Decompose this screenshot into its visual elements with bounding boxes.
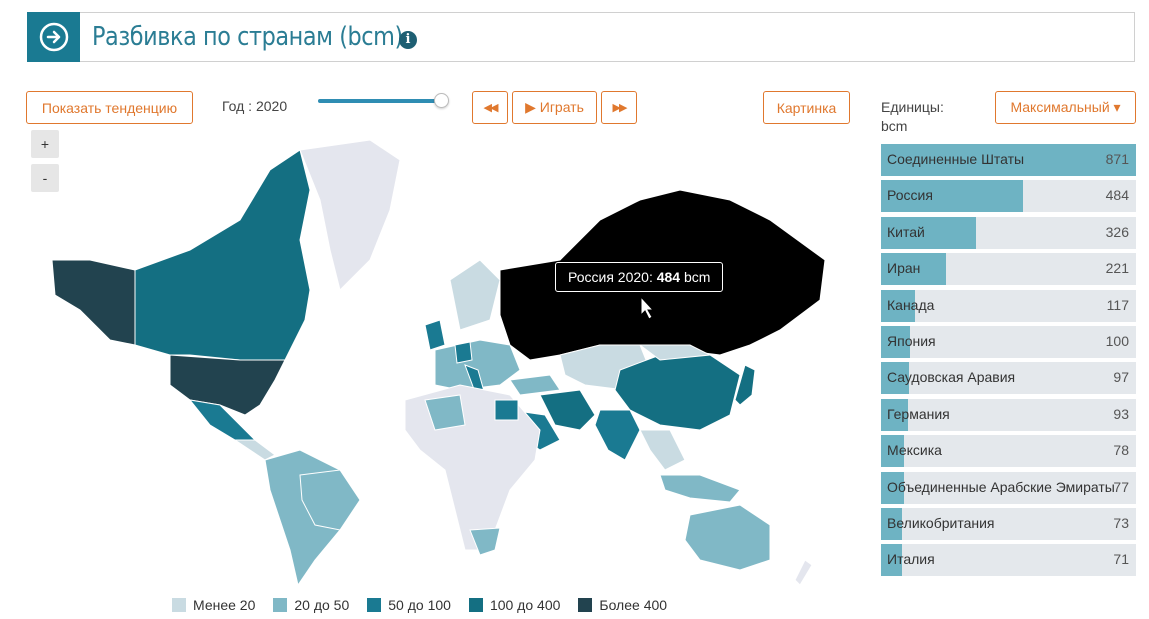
- legend-label: Более 400: [599, 597, 668, 613]
- ranking-list: Соединенные Штаты 871 Россия 484 Китай 326 Ира…: [881, 144, 1136, 581]
- map-scandinavia: [449, 259, 501, 331]
- ranking-row[interactable]: Россия 484: [881, 180, 1136, 213]
- map-australia: [684, 504, 771, 571]
- units-label: Единицы:: [881, 99, 944, 115]
- page-header: Разбивка по странам (bcm) i: [27, 12, 1135, 62]
- map-africa: [404, 384, 541, 551]
- ranking-row[interactable]: Мексика 78: [881, 435, 1136, 468]
- ranking-country-name: Россия: [887, 187, 933, 204]
- ranking-country-name: Объединенные Арабские Эмираты: [887, 478, 1115, 495]
- map-germany: [454, 341, 473, 364]
- map-usa: [169, 354, 286, 416]
- ranking-country-name: Китай: [887, 223, 925, 240]
- year-slider-track[interactable]: [318, 99, 442, 103]
- ranking-row[interactable]: Германия 93: [881, 398, 1136, 431]
- legend-label: 100 до 400: [489, 597, 561, 613]
- zoom-in-button[interactable]: +: [31, 130, 59, 158]
- legend-item: 100 до 400: [468, 597, 561, 613]
- map-egypt: [494, 399, 519, 421]
- ranking-row[interactable]: Канада 117: [881, 289, 1136, 322]
- ranking-value: 78: [1113, 442, 1129, 459]
- ranking-country-name: Мексика: [887, 442, 942, 459]
- map-turkey: [509, 374, 561, 396]
- legend-swatch: [273, 598, 288, 612]
- ranking-row[interactable]: Япония 100: [881, 325, 1136, 358]
- map-new-zealand: [794, 559, 813, 586]
- map-southeast-asia: [639, 429, 686, 471]
- map-south-africa: [469, 527, 501, 556]
- ranking-country-name: Япония: [887, 332, 936, 349]
- show-trend-button[interactable]: Показать тенденцию: [26, 91, 193, 124]
- legend-swatch: [367, 598, 382, 612]
- ranking-value: 326: [1105, 223, 1129, 240]
- map-tooltip: Россия 2020: 484 bcm: [555, 262, 724, 292]
- map-greenland: [299, 139, 401, 291]
- mode-select[interactable]: Максимальный ▾: [995, 91, 1136, 124]
- map-alaska: [51, 259, 136, 346]
- ranking-country-name: Канада: [887, 296, 935, 313]
- tooltip-unit: bcm: [680, 269, 711, 285]
- ranking-row[interactable]: Великобритания 73: [881, 507, 1136, 540]
- legend-item: Более 400: [578, 597, 667, 613]
- year-slider-thumb[interactable]: [434, 93, 449, 108]
- ranking-row[interactable]: Италия 71: [881, 544, 1136, 577]
- map-canada: [134, 149, 311, 361]
- ranking-row[interactable]: Объединенные Арабские Эмираты 77: [881, 471, 1136, 504]
- ranking-value: 100: [1105, 332, 1129, 349]
- ranking-country-name: Иран: [887, 260, 921, 277]
- legend-label: 50 до 100: [388, 597, 451, 613]
- play-button[interactable]: ▶ Играть: [512, 91, 597, 124]
- arrow-right-circle-icon: [39, 22, 68, 52]
- ranking-value: 73: [1113, 514, 1129, 531]
- fast-forward-icon: ▶▶: [612, 102, 628, 114]
- legend-item: 20 до 50: [273, 597, 349, 613]
- units-value: bcm: [881, 118, 908, 134]
- ranking-value: 871: [1105, 151, 1129, 167]
- legend-swatch: [578, 598, 593, 612]
- ranking-value: 71: [1113, 551, 1129, 568]
- ranking-row[interactable]: Соединенные Штаты 871: [881, 144, 1136, 176]
- page-title: Разбивка по странам (bcm): [92, 22, 403, 52]
- ranking-row[interactable]: Китай 326: [881, 216, 1136, 249]
- previous-button[interactable]: ◀◀: [472, 91, 508, 124]
- ranking-row[interactable]: Иран 221: [881, 253, 1136, 286]
- ranking-value: 117: [1106, 296, 1129, 313]
- map-india: [594, 409, 641, 461]
- info-icon[interactable]: i: [399, 31, 417, 49]
- ranking-value: 484: [1105, 187, 1129, 204]
- ranking-country-name: Великобритания: [887, 514, 995, 531]
- legend-swatch: [468, 598, 483, 612]
- ranking-value: 77: [1113, 478, 1129, 495]
- tooltip-value: 484: [656, 269, 681, 285]
- ranking-value: 221: [1105, 260, 1129, 277]
- legend-label: 20 до 50: [294, 597, 350, 613]
- map-central-america: [233, 439, 276, 461]
- ranking-country-name: Саудовская Аравия: [887, 369, 1016, 386]
- header-icon-box[interactable]: [27, 12, 80, 62]
- rewind-icon: ◀◀: [483, 102, 499, 114]
- next-button[interactable]: ▶▶: [601, 91, 637, 124]
- legend-label: Менее 20: [193, 597, 256, 613]
- legend-swatch: [172, 598, 186, 612]
- map-uk: [424, 319, 446, 351]
- zoom-out-button[interactable]: -: [31, 164, 59, 192]
- map-legend: Менее 20 20 до 50 50 до 100 100 до 400 Более…: [172, 597, 685, 613]
- ranking-value: 97: [1113, 369, 1129, 386]
- map-indonesia: [659, 474, 741, 503]
- world-map[interactable]: [40, 130, 840, 590]
- legend-item: 50 до 100: [367, 597, 451, 613]
- ranking-row[interactable]: Саудовская Аравия 97: [881, 362, 1136, 395]
- ranking-country-name: Германия: [887, 405, 950, 422]
- picture-button[interactable]: Картинка: [763, 91, 850, 124]
- ranking-country-name: Соединенные Штаты: [887, 151, 1025, 167]
- ranking-country-name: Италия: [887, 551, 935, 568]
- legend-item: Менее 20: [172, 597, 255, 613]
- tooltip-label: Россия 2020:: [568, 269, 657, 285]
- year-label: Год : 2020: [222, 98, 288, 114]
- ranking-value: 93: [1113, 405, 1129, 422]
